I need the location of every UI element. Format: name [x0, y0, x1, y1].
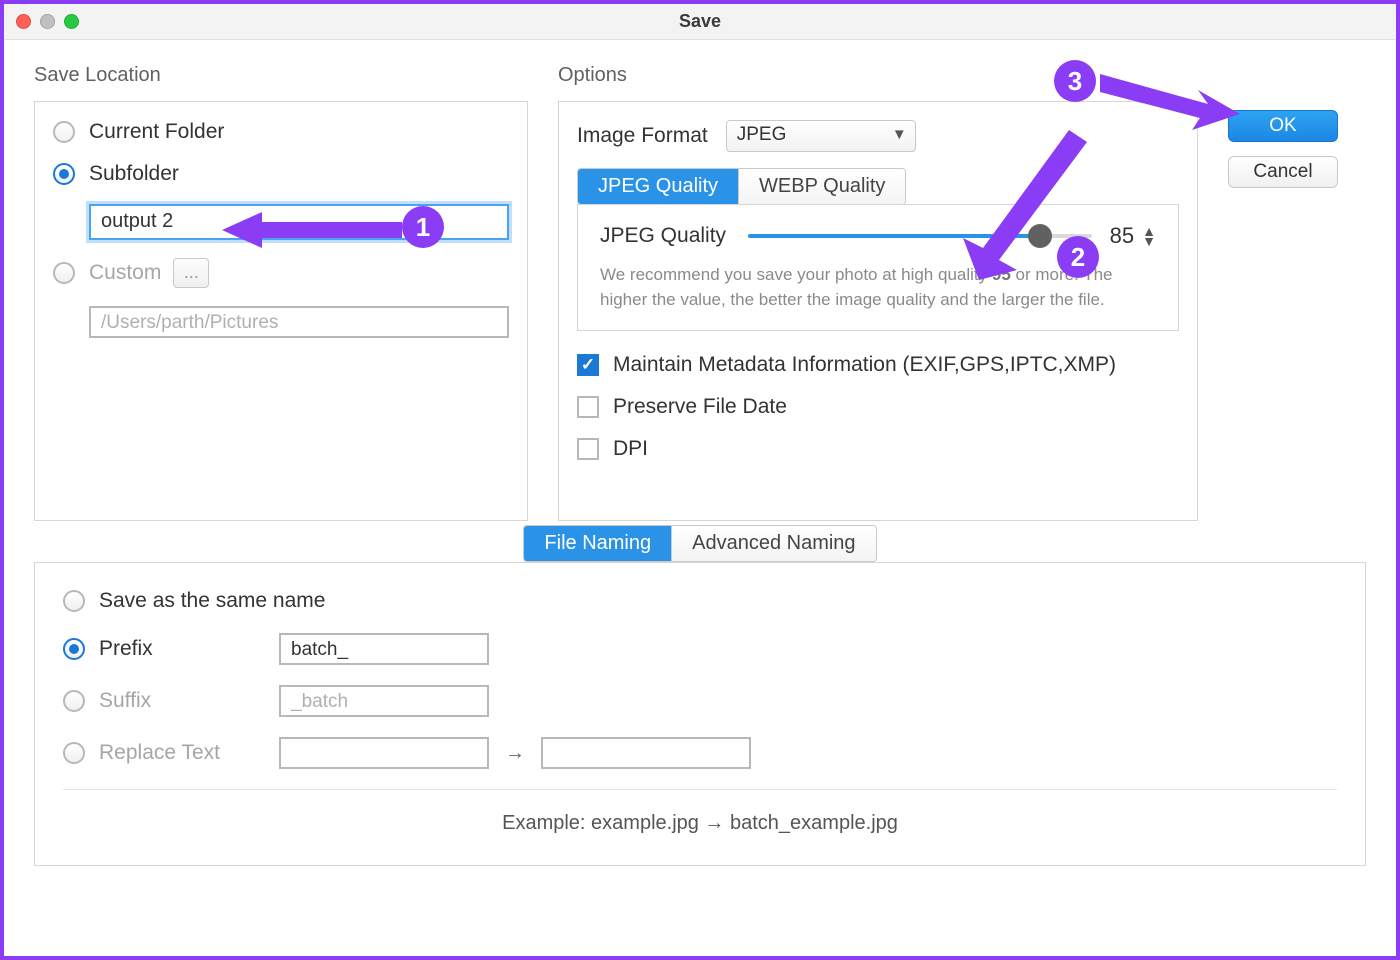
window-title: Save [4, 11, 1396, 32]
subfolder-name-input[interactable]: output 2 [89, 204, 509, 240]
options-panel: Image Format JPEG ▼ JPEG Quality WEBP Qu… [558, 101, 1198, 521]
arrow-right-icon: → [505, 742, 525, 765]
slider-thumb[interactable] [1028, 224, 1052, 248]
radio-custom[interactable] [53, 262, 75, 284]
custom-path-input[interactable]: /Users/parth/Pictures [89, 306, 509, 338]
checkbox-dpi[interactable] [577, 438, 599, 460]
quality-tabs: JPEG Quality WEBP Quality [577, 168, 906, 205]
label-custom: Custom [89, 261, 161, 285]
caret-down-icon: ▼ [892, 126, 907, 143]
options-heading: Options [558, 64, 1198, 87]
jpeg-quality-value: 85 [1110, 223, 1134, 249]
jpeg-quality-stepper[interactable]: 85 ▲▼ [1110, 223, 1156, 249]
prefix-input[interactable]: batch_ [279, 633, 489, 665]
tab-file-naming[interactable]: File Naming [524, 526, 672, 561]
radio-suffix[interactable] [63, 690, 85, 712]
jpeg-quality-label: JPEG Quality [600, 224, 726, 248]
checkbox-maintain-metadata[interactable] [577, 354, 599, 376]
label-same-name: Save as the same name [99, 589, 325, 613]
tab-jpeg-quality[interactable]: JPEG Quality [578, 169, 739, 204]
jpeg-quality-slider[interactable] [748, 223, 1092, 249]
replace-to-input[interactable] [541, 737, 751, 769]
ok-button[interactable]: OK [1228, 110, 1338, 142]
tab-webp-quality[interactable]: WEBP Quality [739, 169, 905, 204]
quality-help-text: We recommend you save your photo at high… [600, 263, 1156, 312]
label-preserve-date: Preserve File Date [613, 395, 787, 419]
tab-advanced-naming[interactable]: Advanced Naming [672, 526, 875, 561]
save-location-heading: Save Location [34, 64, 528, 87]
radio-replace-text[interactable] [63, 742, 85, 764]
image-format-label: Image Format [577, 124, 708, 148]
suffix-input[interactable]: _batch [279, 685, 489, 717]
example-text: Example: example.jpg → batch_example.jpg [63, 812, 1337, 835]
label-dpi: DPI [613, 437, 648, 461]
label-current-folder: Current Folder [89, 120, 224, 144]
cancel-button[interactable]: Cancel [1228, 156, 1338, 188]
naming-tabs: File Naming Advanced Naming [523, 525, 876, 562]
browse-button[interactable]: ... [173, 258, 209, 288]
radio-prefix[interactable] [63, 638, 85, 660]
image-format-select[interactable]: JPEG ▼ [726, 120, 916, 152]
label-prefix: Prefix [99, 637, 279, 661]
checkbox-preserve-date[interactable] [577, 396, 599, 418]
stepper-arrows-icon[interactable]: ▲▼ [1142, 226, 1156, 246]
titlebar: Save [4, 4, 1396, 40]
divider [63, 789, 1337, 790]
replace-from-input[interactable] [279, 737, 489, 769]
file-naming-panel: Save as the same name Prefix batch_ Suff… [34, 562, 1366, 866]
save-location-panel: Current Folder Subfolder output 2 Custom… [34, 101, 528, 521]
label-subfolder: Subfolder [89, 162, 179, 186]
label-suffix: Suffix [99, 689, 279, 713]
image-format-value: JPEG [737, 124, 787, 145]
quality-panel: JPEG Quality 85 ▲▼ [577, 204, 1179, 331]
radio-same-name[interactable] [63, 590, 85, 612]
label-maintain-metadata: Maintain Metadata Information (EXIF,GPS,… [613, 353, 1116, 377]
radio-subfolder[interactable] [53, 163, 75, 185]
radio-current-folder[interactable] [53, 121, 75, 143]
label-replace-text: Replace Text [99, 741, 279, 765]
